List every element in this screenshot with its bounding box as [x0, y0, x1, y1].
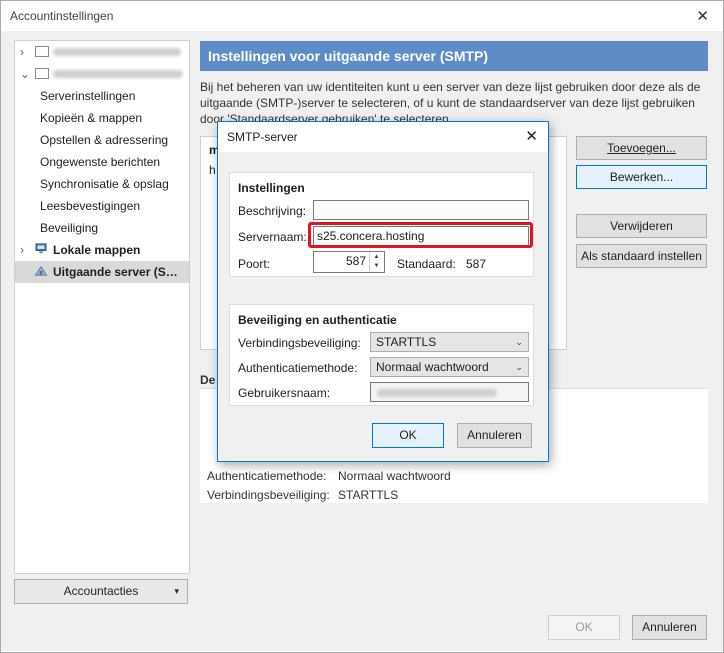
- auth-method-value: Normaal wachtwoord: [376, 360, 489, 374]
- sidebar-item-label: Beveiliging: [40, 221, 99, 235]
- default-label: Standaard:: [397, 257, 456, 271]
- account-name-redacted: [53, 70, 183, 78]
- description-label: Beschrijving:: [238, 204, 307, 218]
- sidebar-item-ongewenst[interactable]: Ongewenste berichten: [15, 151, 189, 173]
- chevron-down-icon[interactable]: ⌄: [20, 63, 30, 85]
- details-label: Authenticatiemethode:: [207, 469, 327, 483]
- auth-method-select[interactable]: Normaal wachtwoord ⌄: [370, 357, 529, 377]
- page-description: Bij het beheren van uw identiteiten kunt…: [200, 80, 701, 126]
- cancel-button-label: Annuleren: [642, 620, 697, 634]
- tree-account-2[interactable]: ⌄: [15, 63, 189, 85]
- details-value: STARTTLS: [338, 488, 399, 502]
- security-group-title: Beveiliging en authenticatie: [238, 313, 397, 327]
- sidebar-item-label: Opstellen & adressering: [40, 133, 169, 147]
- auth-method-label: Authenticatiemethode:: [238, 361, 358, 375]
- spin-up-icon[interactable]: ▲: [370, 253, 383, 262]
- dialog-cancel-button[interactable]: Annuleren: [457, 423, 532, 448]
- settings-group: Instellingen Beschrijving: Servernaam: s…: [229, 172, 534, 277]
- sidebar-item-label: Ongewenste berichten: [40, 155, 161, 169]
- list-item[interactable]: h: [209, 163, 216, 177]
- port-spinner[interactable]: ▲ ▼: [369, 253, 383, 272]
- chevron-right-icon[interactable]: ›: [20, 239, 24, 261]
- conn-security-label: Verbindingsbeveiliging:: [238, 336, 361, 350]
- edit-button[interactable]: Bewerken...: [576, 165, 707, 189]
- account-name-redacted: [53, 48, 181, 56]
- chevron-right-icon[interactable]: ›: [20, 41, 24, 63]
- sidebar-item-serverinstellingen[interactable]: Serverinstellingen: [15, 85, 189, 107]
- dialog-ok-button[interactable]: OK: [372, 423, 444, 448]
- chevron-down-icon: ⌄: [515, 337, 523, 347]
- port-label: Poort:: [238, 257, 271, 271]
- sidebar-item-label: Lokale mappen: [53, 243, 141, 257]
- sidebar-item-label: Uitgaande server (SMTP): [53, 265, 186, 279]
- folder-icon: [35, 243, 47, 254]
- sidebar-item-kopieen[interactable]: Kopieën & mappen: [15, 107, 189, 129]
- username-redacted: [377, 389, 497, 397]
- outgoing-server-icon: [34, 265, 48, 276]
- description-field[interactable]: [313, 200, 529, 220]
- window-titlebar: Accountinstellingen ✕: [1, 1, 723, 31]
- cancel-button[interactable]: Annuleren: [632, 615, 707, 640]
- security-group: Beveiliging en authenticatie Verbindings…: [229, 304, 534, 406]
- dialog-title: SMTP-server: [227, 130, 298, 144]
- conn-security-value: STARTTLS: [376, 335, 437, 349]
- sidebar-item-label: Synchronisatie & opslag: [40, 177, 169, 191]
- sidebar-item-beveiliging[interactable]: Beveiliging: [15, 217, 189, 239]
- sidebar-item-label: Leesbevestigingen: [40, 199, 141, 213]
- remove-button[interactable]: Verwijderen: [576, 214, 707, 238]
- dialog-titlebar: SMTP-server ✕: [218, 122, 548, 152]
- chevron-down-icon: ⌄: [515, 362, 523, 372]
- sidebar-item-label: Kopieën & mappen: [40, 111, 143, 125]
- default-port-value: 587: [466, 257, 487, 271]
- username-field[interactable]: [370, 382, 529, 402]
- smtp-server-dialog: SMTP-server ✕ Instellingen Beschrijving:…: [217, 121, 549, 462]
- dialog-ok-label: OK: [399, 428, 417, 442]
- conn-security-select[interactable]: STARTTLS ⌄: [370, 332, 529, 352]
- details-value: Normaal wachtwoord: [338, 469, 451, 483]
- remove-button-label: Verwijderen: [610, 219, 673, 233]
- dialog-cancel-label: Annuleren: [467, 428, 522, 442]
- port-stepper[interactable]: 587 ▲ ▼: [313, 251, 385, 273]
- account-actions-button[interactable]: Accountacties ▾: [14, 579, 188, 604]
- ok-button-label: OK: [575, 620, 593, 634]
- settings-group-title: Instellingen: [238, 181, 305, 195]
- sidebar-item-uitgaande-server[interactable]: Uitgaande server (SMTP): [15, 261, 189, 283]
- window-title: Accountinstellingen: [10, 9, 114, 23]
- sidebar-item-synchronisatie[interactable]: Synchronisatie & opslag: [15, 173, 189, 195]
- mail-icon: [35, 46, 49, 57]
- details-label: Verbindingsbeveiliging:: [207, 488, 330, 502]
- sidebar-item-label: Serverinstellingen: [40, 89, 136, 103]
- highlight-box: [308, 222, 533, 248]
- set-default-button[interactable]: Als standaard instellen: [576, 244, 707, 268]
- ok-button[interactable]: OK: [548, 615, 620, 640]
- close-icon[interactable]: ✕: [696, 7, 709, 25]
- account-tree: › ⌄ Serverinstellingen Kopieën & mappen …: [14, 40, 190, 574]
- sidebar-item-leesbevestigingen[interactable]: Leesbevestigingen: [15, 195, 189, 217]
- set-default-button-label: Als standaard instellen: [581, 249, 702, 263]
- sidebar-item-opstellen[interactable]: Opstellen & adressering: [15, 129, 189, 151]
- port-value: 587: [345, 254, 366, 268]
- sidebar-item-lokale-mappen[interactable]: › Lokale mappen: [15, 239, 189, 261]
- add-button[interactable]: Toevoegen...: [576, 136, 707, 160]
- mail-icon: [35, 68, 49, 79]
- username-label: Gebruikersnaam:: [238, 386, 331, 400]
- tree-account-1[interactable]: ›: [15, 41, 189, 63]
- add-button-label: Toevoegen...: [607, 141, 676, 155]
- servername-label: Servernaam:: [238, 230, 307, 244]
- close-icon[interactable]: ✕: [525, 127, 538, 145]
- spin-down-icon[interactable]: ▼: [370, 262, 383, 271]
- edit-button-label: Bewerken...: [609, 170, 674, 184]
- account-actions-label: Accountacties: [63, 584, 139, 598]
- details-heading: De: [200, 373, 216, 387]
- chevron-down-icon: ▾: [174, 586, 179, 596]
- page-title: Instellingen voor uitgaande server (SMTP…: [200, 41, 708, 71]
